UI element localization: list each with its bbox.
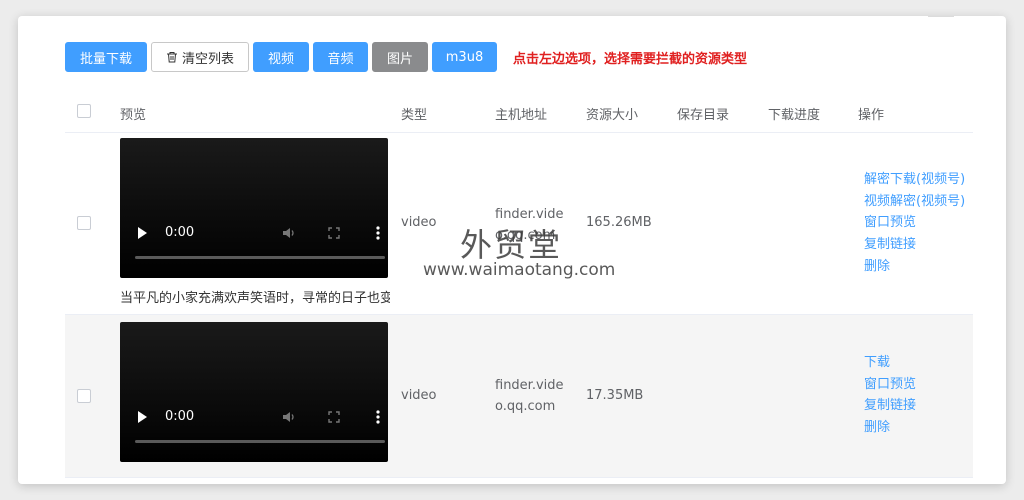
volume-icon[interactable] (282, 226, 296, 240)
trash-icon (166, 52, 177, 63)
clear-list-label: 清空列表 (181, 51, 234, 67)
play-icon[interactable] (138, 411, 147, 423)
video-progress-bar[interactable] (135, 256, 385, 259)
video-progress-bar[interactable] (135, 440, 385, 443)
filter-m3u8-button[interactable]: m3u8 (432, 42, 497, 72)
decrypt-download-link[interactable]: 解密下载(视频号) (864, 169, 965, 191)
column-header-host: 主机地址 (495, 108, 548, 123)
batch-download-button[interactable]: 批量下载 (65, 42, 147, 72)
cell-type: video (401, 388, 437, 403)
window-preview-link[interactable]: 窗口预览 (864, 212, 965, 234)
row-checkbox[interactable] (77, 389, 91, 403)
column-header-size: 资源大小 (586, 108, 639, 123)
host-line: finder.vide (495, 378, 564, 393)
filter-video-button[interactable]: 视频 (253, 42, 309, 72)
column-header-type: 类型 (401, 108, 428, 123)
play-icon[interactable] (138, 227, 147, 239)
cell-size: 17.35MB (586, 388, 644, 403)
window-preview-link[interactable]: 窗口预览 (864, 374, 916, 396)
video-caption: 当平凡的小家充满欢声笑语时，寻常的日子也变 (120, 291, 390, 306)
table-header: 预览 类型 主机地址 资源大小 保存目录 下载进度 操作 (65, 90, 973, 133)
watermark-url: www.waimaotang.com (423, 260, 616, 280)
download-link[interactable]: 下载 (864, 352, 916, 374)
table-row: 0:00 video finder.vide o.qq.com 17.35MB … (65, 315, 973, 478)
cell-host: finder.vide o.qq.com (495, 375, 564, 417)
delete-link[interactable]: 删除 (864, 256, 965, 278)
select-all-checkbox[interactable] (77, 104, 91, 118)
cell-type: video (401, 215, 437, 230)
cell-size: 165.26MB (586, 215, 652, 230)
row-actions: 下载 窗口预览 复制链接 删除 (864, 352, 916, 439)
host-line: o.qq.com (495, 399, 556, 414)
video-player[interactable]: 0:00 (120, 322, 388, 462)
copy-link-link[interactable]: 复制链接 (864, 234, 965, 256)
column-header-preview: 预览 (120, 108, 147, 123)
row-actions: 解密下载(视频号) 视频解密(视频号) 窗口预览 复制链接 删除 (864, 169, 965, 278)
row-checkbox[interactable] (77, 216, 91, 230)
video-decrypt-link[interactable]: 视频解密(视频号) (864, 191, 965, 213)
delete-link[interactable]: 删除 (864, 417, 916, 439)
column-header-progress: 下载进度 (768, 108, 821, 123)
column-header-save-dir: 保存目录 (677, 108, 730, 123)
column-header-actions: 操作 (858, 108, 885, 123)
clear-list-button[interactable]: 清空列表 (151, 42, 249, 72)
divider (928, 16, 954, 17)
filter-audio-button[interactable]: 音频 (313, 42, 368, 72)
video-time: 0:00 (165, 225, 195, 240)
more-options-icon[interactable] (376, 226, 380, 240)
video-time: 0:00 (165, 409, 195, 424)
copy-link-link[interactable]: 复制链接 (864, 395, 916, 417)
toolbar: 批量下载 清空列表 视频 音频 图片 m3u8 点击左边选项，选择需要拦截的资源… (65, 42, 747, 72)
fullscreen-icon[interactable] (328, 227, 340, 239)
volume-icon[interactable] (282, 410, 296, 424)
filter-image-button[interactable]: 图片 (372, 42, 428, 72)
video-player[interactable]: 0:00 (120, 138, 388, 278)
filter-hint: 点击左边选项，选择需要拦截的资源类型 (513, 51, 748, 67)
fullscreen-icon[interactable] (328, 411, 340, 423)
more-options-icon[interactable] (376, 410, 380, 424)
